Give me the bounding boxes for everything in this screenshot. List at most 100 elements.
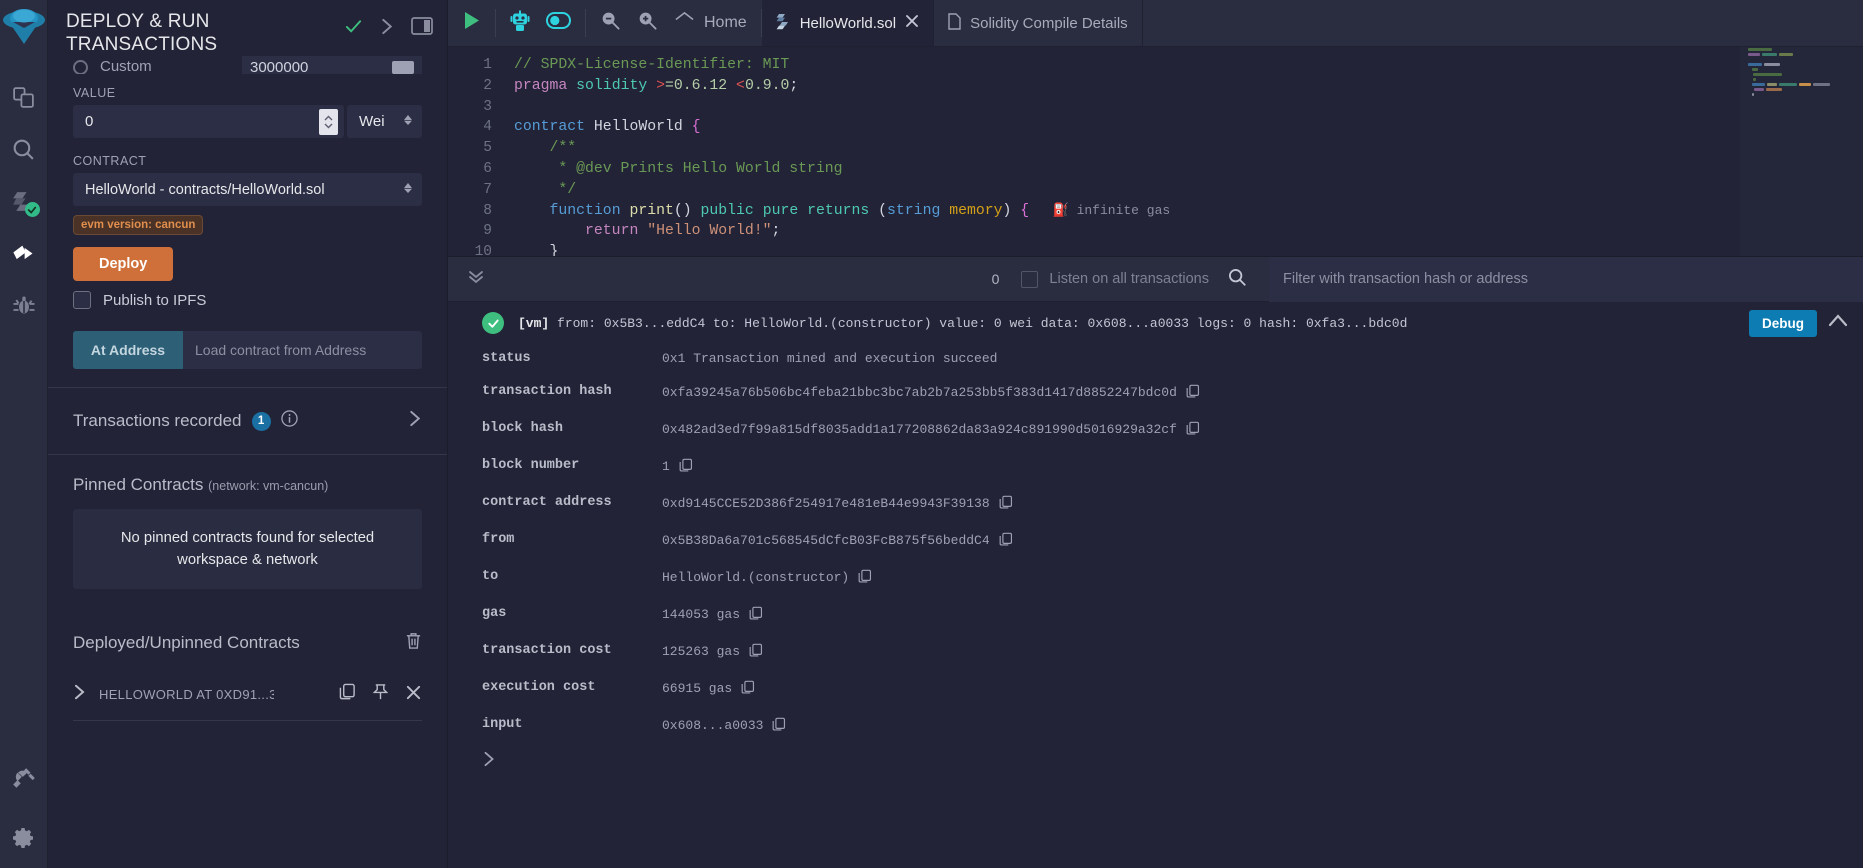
terminal-prompt[interactable] [448,747,1863,780]
code-line: pragma solidity >=0.6.12 <0.9.0; [514,76,1863,97]
copy-icon[interactable] [749,606,763,625]
value-input[interactable]: 0 [73,105,344,138]
expand-chevron-icon[interactable] [73,684,86,705]
code-editor[interactable]: 1 2 3 4 5 6 7 8 9 10 // SPDX-License-Identifier: … [448,47,1863,257]
code-token: /** [514,140,577,157]
at-address-button[interactable]: At Address [73,331,183,369]
panel-body: Custom 3000000 VALUE 0 Wei CONTRACT Hell… [48,52,447,721]
toggle-icon[interactable] [546,10,571,36]
code-token: function [549,202,621,219]
minimap-token [1748,63,1762,66]
value-unit-select[interactable]: Wei [347,105,422,138]
main-area: Home HelloWorld.sol Solidity Compile Det… [448,0,1863,868]
deploy-run-panel: DEPLOY & RUN TRANSACTIONS Custom 3000000 [48,0,448,868]
line-number: 2 [483,77,492,94]
listen-all-transactions-row[interactable]: Listen on all transactions [1021,270,1209,288]
copy-icon[interactable] [679,458,693,477]
chevron-right-icon[interactable] [379,18,395,40]
line-number: 9 [483,223,492,240]
transaction-header[interactable]: [vm] from: 0x5B3...eddC4 to: HelloWorld.… [448,302,1863,344]
copy-icon[interactable] [772,717,786,736]
contract-selected-value: HelloWorld - contracts/HelloWorld.sol [85,181,325,198]
trash-icon[interactable] [405,631,422,655]
code-token: 0.9.0 [744,77,790,94]
code-content[interactable]: // SPDX-License-Identifier: MIT pragma so… [504,47,1863,256]
file-explorer-icon[interactable] [0,71,48,123]
detail-key: contract address [482,495,612,510]
info-icon[interactable] [280,410,298,432]
layout-panel-icon[interactable] [411,16,433,41]
table-row: from 0x5B38Da6a701c568545dCfcB03FcB875f56… [482,525,1200,562]
code-line: // SPDX-License-Identifier: MIT [514,55,1863,76]
run-icon[interactable] [462,10,481,36]
value-row: 0 Wei [73,105,422,138]
topbar-zoom-group: Home [586,0,761,46]
transaction-filter-input[interactable]: Filter with transaction hash or address [1269,256,1863,302]
deploy-button[interactable]: Deploy [73,247,174,281]
table-row: contract address 0xd9145CCE52D386f254917e… [482,488,1200,525]
plugin-manager-icon[interactable] [0,748,48,808]
at-address-input[interactable]: Load contract from Address [183,331,422,369]
copy-icon[interactable] [999,495,1013,514]
copy-icon[interactable] [1186,421,1200,440]
code-token: } [514,244,559,257]
remix-logo-icon[interactable] [1,4,47,53]
list-item[interactable]: HELLOWORLD AT 0XD91...39138 (M [73,671,422,721]
listen-all-label: Listen on all transactions [1049,271,1209,287]
publish-ipfs-row[interactable]: Publish to IPFS [73,291,422,309]
code-token: * @dev Prints Hello World string [514,160,843,177]
tab-solidity-compile-details[interactable]: Solidity Compile Details [934,0,1143,46]
tab-helloworld-sol[interactable]: HelloWorld.sol [761,0,935,46]
zoom-out-icon[interactable] [600,10,621,36]
terminal-search-icon[interactable] [1227,267,1247,292]
close-icon[interactable] [405,684,422,706]
copy-icon[interactable] [858,569,872,588]
transactions-recorded-section[interactable]: Transactions recorded 1 [73,388,422,454]
debug-button[interactable]: Debug [1749,310,1817,337]
table-row: block number 1 [482,451,1200,488]
activity-icon-bar [0,0,48,868]
value-stepper[interactable] [319,108,338,135]
check-icon[interactable] [344,17,363,41]
copy-icon[interactable] [741,680,755,699]
line-number: 1 [483,57,492,73]
detail-key: input [482,717,523,732]
file-icon [948,12,961,34]
robot-icon[interactable] [510,10,530,37]
gas-limit-stepper[interactable] [392,60,414,74]
detail-value-text: 0x608...a0033 [662,718,764,733]
transaction-summary: [vm] from: 0x5B3...eddC4 to: HelloWorld.… [518,316,1407,331]
code-line: * @dev Prints Hello World string [514,159,1863,180]
detail-value: HelloWorld.(constructor) [662,562,1200,599]
gas-estimate-value: infinite gas [1076,202,1171,218]
deploy-run-icon[interactable] [0,227,48,279]
copy-icon[interactable] [1186,384,1200,403]
settings-icon[interactable] [0,808,48,868]
transactions-recorded-count: 1 [251,411,271,431]
copy-icon[interactable] [749,643,763,662]
transaction-summary-prefix: [vm] [518,315,550,331]
pin-icon[interactable] [372,683,389,706]
code-token: memory [949,202,1003,219]
gas-limit-custom-radio[interactable] [73,59,88,74]
close-icon[interactable] [905,14,919,32]
table-row: block hash 0x482ad3ed7f99a815df8035add1a1… [482,414,1200,451]
deployed-contracts-header: Deployed/Unpinned Contracts [73,613,422,671]
search-icon[interactable] [0,123,48,175]
terminal-collapse-icon[interactable] [466,269,486,290]
chevron-up-icon[interactable] [1827,312,1849,334]
solidity-compiler-icon[interactable] [0,175,48,227]
listen-all-checkbox[interactable] [1021,270,1039,288]
line-number-gutter: 1 2 3 4 5 6 7 8 9 10 [448,47,504,256]
copy-icon[interactable] [999,532,1013,551]
editor-minimap[interactable] [1740,47,1863,256]
transactions-expand-chevron-icon[interactable] [408,410,422,432]
terminal-panel: 0 Listen on all transactions Filter with… [448,256,1863,868]
home-tab[interactable]: Home [674,11,747,35]
copy-icon[interactable] [339,683,356,706]
detail-value: 0x482ad3ed7f99a815df8035add1a177208862da… [662,414,1200,451]
publish-ipfs-checkbox[interactable] [73,291,91,309]
debugger-icon[interactable] [0,279,48,331]
zoom-in-icon[interactable] [637,10,658,36]
contract-select[interactable]: HelloWorld - contracts/HelloWorld.sol [73,173,422,206]
